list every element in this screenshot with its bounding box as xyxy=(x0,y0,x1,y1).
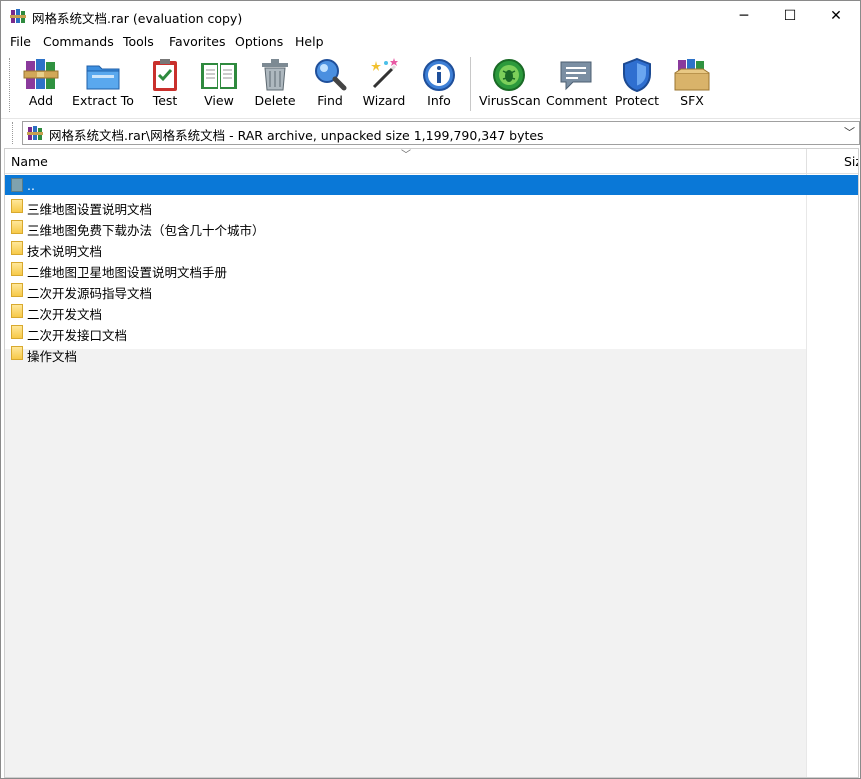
address-path-text: 网格系统文档.rar\网格系统文档 - RAR archive, unpacke… xyxy=(49,128,544,143)
view-button[interactable]: View xyxy=(196,54,242,114)
info-button[interactable]: Info xyxy=(419,54,459,114)
clipboard-check-icon xyxy=(153,59,177,91)
shield-icon xyxy=(623,57,651,93)
folder-icon xyxy=(11,241,23,255)
column-header-size[interactable]: Siz xyxy=(844,154,858,169)
comment-button[interactable]: Comment xyxy=(546,54,608,114)
comment-icon xyxy=(560,61,592,91)
list-row[interactable]: 二维地图卫星地图设置说明文档手册 xyxy=(5,259,858,280)
extract-to-label: Extract To xyxy=(72,93,134,108)
winrar-app-icon xyxy=(10,9,26,23)
extract-to-button[interactable]: Extract To xyxy=(71,54,135,114)
folder-icon xyxy=(11,283,23,297)
parent-folder-icon xyxy=(11,178,23,192)
address-grip[interactable] xyxy=(12,122,16,144)
list-row[interactable]: 技术说明文档 xyxy=(5,238,858,259)
folder-icon xyxy=(11,262,23,276)
comment-label: Comment xyxy=(546,93,608,108)
row-name: 技术说明文档 xyxy=(27,244,103,259)
menu-favorites[interactable]: Favorites xyxy=(169,34,225,49)
folder-icon xyxy=(11,199,23,213)
sfx-label: SFX xyxy=(680,93,704,108)
window-title: 网格系统文档.rar (evaluation copy) xyxy=(32,11,243,26)
maximize-icon: ☐ xyxy=(783,8,797,24)
menu-help[interactable]: Help xyxy=(295,34,324,49)
list-empty-area xyxy=(5,349,807,777)
row-name: 三维地图免费下载办法（包含几十个城市） xyxy=(27,223,265,238)
folder-icon xyxy=(11,304,23,318)
maximize-button[interactable]: ☐ xyxy=(767,1,813,31)
row-name: 操作文档 xyxy=(27,349,78,364)
menu-commands[interactable]: Commands xyxy=(43,34,114,49)
info-icon xyxy=(423,59,455,91)
close-button[interactable]: ✕ xyxy=(813,1,859,31)
virusscan-button[interactable]: VirusScan xyxy=(479,54,541,114)
folder-extract-icon xyxy=(86,65,120,90)
menu-bar: File Commands Tools Favorites Options He… xyxy=(1,32,860,52)
file-list[interactable]: Name ﹀ Siz .. 三维地图设置说明文档 三维地图免费下载办法（包含几十… xyxy=(4,148,859,778)
view-label: View xyxy=(204,93,234,108)
magnifier-icon xyxy=(315,59,347,91)
list-row[interactable]: 三维地图免费下载办法（包含几十个城市） xyxy=(5,217,858,238)
winrar-window: 网格系统文档.rar (evaluation copy) ─ ☐ ✕ File … xyxy=(0,0,861,779)
winrar-books-icon xyxy=(23,59,59,89)
menu-tools[interactable]: Tools xyxy=(123,34,154,49)
find-button[interactable]: Find xyxy=(310,54,350,114)
menu-options[interactable]: Options xyxy=(235,34,283,49)
row-name: 二次开发接口文档 xyxy=(27,328,128,343)
trash-can-icon xyxy=(262,59,288,91)
sort-chevron-icon: ﹀ xyxy=(401,150,411,161)
virus-scan-icon xyxy=(493,59,525,91)
title-bar: 网格系统文档.rar (evaluation copy) ─ ☐ ✕ xyxy=(1,1,860,31)
wizard-label: Wizard xyxy=(362,93,406,108)
protect-button[interactable]: Protect xyxy=(613,54,661,114)
minimize-button[interactable]: ─ xyxy=(721,1,767,31)
row-name: 二次开发源码指导文档 xyxy=(27,286,153,301)
column-header-name[interactable]: Name xyxy=(11,154,48,169)
delete-button[interactable]: Delete xyxy=(252,54,298,114)
rar-archive-icon xyxy=(27,126,43,140)
toolbar-grip[interactable] xyxy=(9,58,13,112)
add-button[interactable]: Add xyxy=(19,54,63,114)
menu-file[interactable]: File xyxy=(10,34,31,49)
list-row-updir[interactable]: .. xyxy=(5,175,858,195)
test-button[interactable]: Test xyxy=(144,54,186,114)
list-row[interactable]: 二次开发接口文档 xyxy=(5,322,858,343)
magic-wand-icon xyxy=(371,58,398,89)
sfx-button[interactable]: SFX xyxy=(669,54,715,114)
row-name: .. xyxy=(27,178,35,193)
toolbar-separator xyxy=(470,57,471,111)
list-row[interactable]: 二次开发文档 xyxy=(5,301,858,322)
address-path-combo[interactable]: 网格系统文档.rar\网格系统文档 - RAR archive, unpacke… xyxy=(22,121,860,145)
virusscan-label: VirusScan xyxy=(479,93,541,108)
column-divider[interactable] xyxy=(806,149,807,173)
list-row[interactable]: 三维地图设置说明文档 xyxy=(5,196,858,217)
list-header: Name ﹀ Siz xyxy=(5,149,858,174)
add-label: Add xyxy=(28,93,54,108)
row-name: 三维地图设置说明文档 xyxy=(27,202,153,217)
chevron-down-icon[interactable]: ﹀ xyxy=(844,124,855,140)
open-book-icon xyxy=(201,63,237,89)
wizard-button[interactable]: Wizard xyxy=(361,54,407,114)
folder-icon xyxy=(11,325,23,339)
row-name: 二次开发文档 xyxy=(27,307,103,322)
list-row[interactable]: 操作文档 xyxy=(5,343,858,364)
delete-label: Delete xyxy=(254,93,296,108)
test-label: Test xyxy=(152,93,178,108)
minimize-icon: ─ xyxy=(739,8,749,24)
sfx-box-icon xyxy=(674,59,710,91)
folder-icon xyxy=(11,346,23,360)
list-row[interactable]: 二次开发源码指导文档 xyxy=(5,280,858,301)
close-icon: ✕ xyxy=(830,8,842,24)
toolbar: Add Extract To Test View Delete Find Wiz… xyxy=(1,52,860,119)
folder-icon xyxy=(11,220,23,234)
protect-label: Protect xyxy=(614,93,660,108)
row-name: 二维地图卫星地图设置说明文档手册 xyxy=(27,265,228,280)
info-label: Info xyxy=(427,93,451,108)
find-label: Find xyxy=(317,93,343,108)
address-bar: 网格系统文档.rar\网格系统文档 - RAR archive, unpacke… xyxy=(1,119,860,147)
